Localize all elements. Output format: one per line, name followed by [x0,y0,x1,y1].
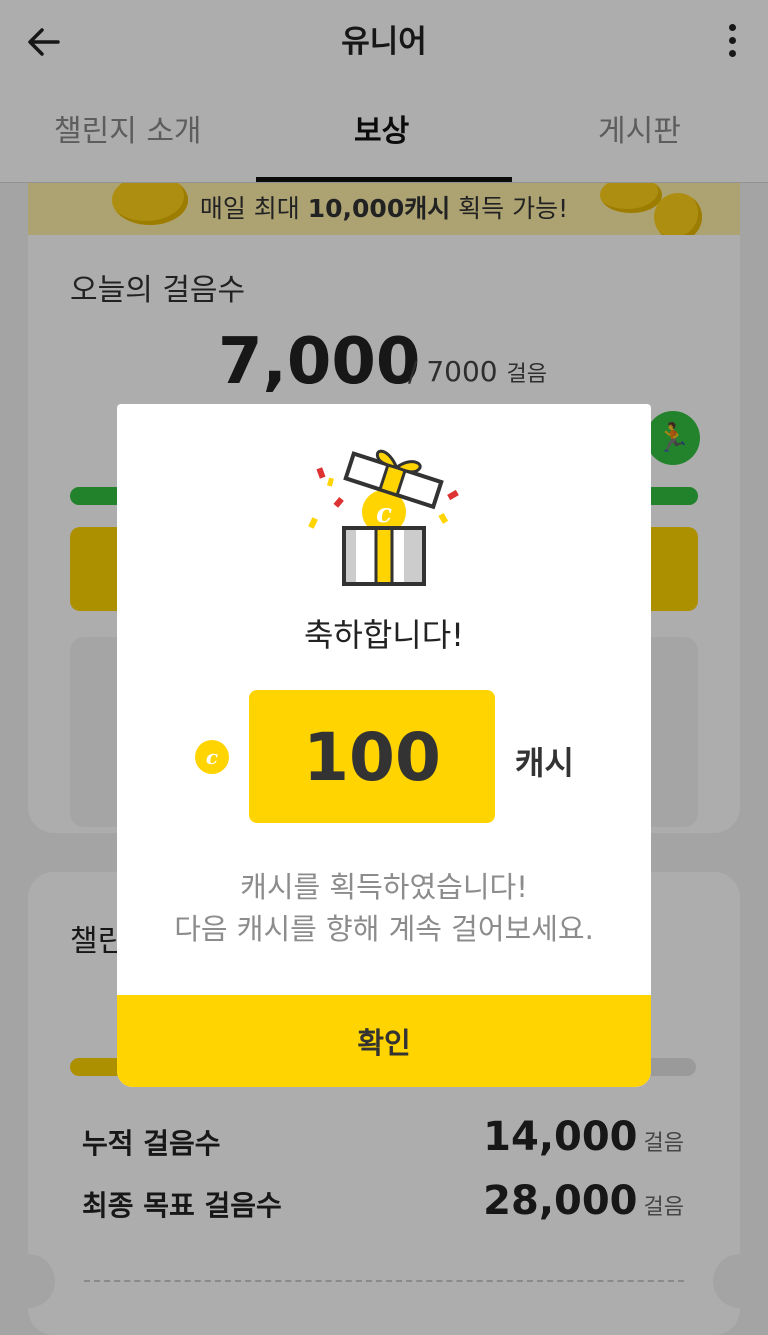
cash-coin-icon: c [195,740,229,774]
cash-unit-label: 캐시 [515,744,574,782]
modal-title: 축하합니다! [303,616,465,654]
modal-message-line1: 캐시를 획득하였습니다! [240,870,528,904]
svg-text:c: c [376,499,392,529]
gift-box-icon: c [308,449,459,586]
modal-message: 캐시를 획득하였습니다! 다음 캐시를 향해 계속 걸어보세요. [117,866,651,950]
cash-amount: 100 [303,719,441,796]
reward-modal: c 축하합니다! c 100 캐시 캐시를 획득하였습니다! 다음 캐시를 향해… [117,404,651,1087]
cash-amount-box: 100 [249,690,495,823]
confirm-button[interactable]: 확인 [117,995,651,1087]
modal-message-line2: 다음 캐시를 향해 계속 걸어보세요. [174,912,594,946]
